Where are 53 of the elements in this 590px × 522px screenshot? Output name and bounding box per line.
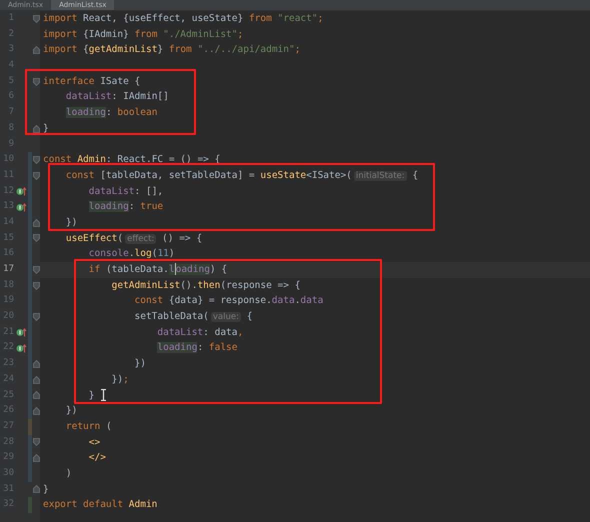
code-line: useEffect( effect: () => { [64, 232, 202, 246]
fold-icon[interactable] [32, 485, 40, 494]
fold-icon[interactable] [32, 14, 40, 23]
implements-icon[interactable] [16, 186, 26, 196]
code-line: export default Admin [43, 498, 158, 512]
code-line: getAdminList().then(response => { [110, 278, 300, 293]
code-line: } [43, 122, 49, 136]
code-line: }); [110, 372, 129, 387]
fold-icon[interactable] [32, 376, 40, 384]
fold-icon[interactable] [32, 266, 40, 274]
code-line: loading: false [156, 341, 238, 356]
fold-icon[interactable] [32, 78, 40, 86]
implements-icon[interactable] [16, 328, 26, 338]
code-line: </> [88, 451, 106, 466]
fold-icon[interactable] [32, 46, 40, 54]
code-line: ) [64, 466, 72, 481]
code-line: <> [88, 436, 100, 450]
code-line: const {data} = response.data.data [134, 294, 324, 308]
fold-icon[interactable] [32, 312, 40, 321]
code-line: dataList: data, [156, 326, 244, 340]
fold-icon[interactable] [32, 218, 40, 227]
code-line: import {getAdminList} from "../../api/admin"; [43, 43, 300, 58]
fold-icon[interactable] [32, 360, 40, 368]
code-line: const [tableData, setTableData] = useState<ISate>( initialState: { [64, 168, 418, 183]
fold-icon[interactable] [32, 234, 40, 242]
code-line: return ( [64, 420, 112, 434]
fold-icon[interactable] [32, 156, 40, 164]
code-line: dataList: IAdmin[] [64, 90, 169, 104]
code-line: import React, {useEffect, useState} from "react"; [43, 12, 324, 26]
text-cursor-icon [100, 389, 106, 402]
fold-icon[interactable] [32, 124, 40, 133]
fold-icon[interactable] [32, 454, 40, 462]
code-line: interface ISate { [43, 74, 140, 89]
code-line: }) [64, 216, 78, 230]
code-line: dataList: [], [88, 184, 164, 199]
code-line: } [88, 388, 94, 402]
fold-icon[interactable] [32, 438, 40, 446]
fold-icon[interactable] [32, 407, 40, 416]
code-line: import {IAdmin} from "./AdminList"; [43, 28, 244, 42]
code-line: if (tableData.l oading) { [88, 262, 228, 278]
implements-icon[interactable] [16, 344, 26, 353]
code-line: loading: true [88, 200, 164, 214]
code-line: loading: boolean [64, 106, 158, 120]
code-line: }) [134, 357, 146, 372]
fold-icon[interactable] [32, 172, 40, 180]
code-line: setTableData( value: { [134, 310, 252, 324]
line-number: 17 [2, 263, 14, 276]
implements-icon[interactable] [16, 202, 26, 212]
fold-icon[interactable] [32, 391, 40, 400]
code-line: console.log(11) [88, 247, 175, 262]
code-line: } [43, 482, 49, 497]
fold-icon[interactable] [32, 282, 40, 290]
code-line: }) [64, 404, 78, 418]
